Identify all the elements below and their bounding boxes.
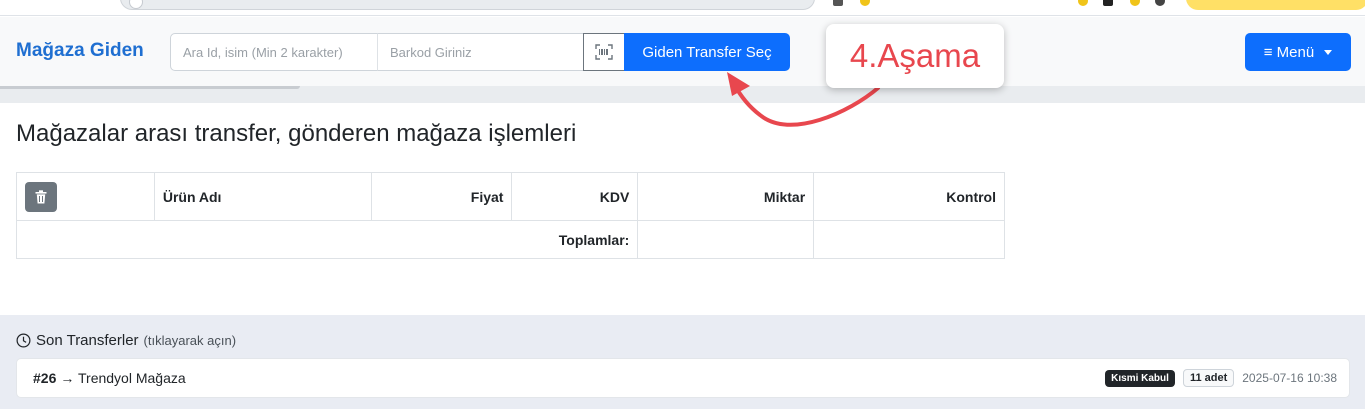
totals-row: Toplamlar: xyxy=(15,220,1005,259)
transfer-items-table: Ürün Adı Fiyat KDV Miktar Kontrol Toplam… xyxy=(15,172,1005,259)
navbar: Mağaza Giden Giden Transfer Seç ≡ Menü xyxy=(0,17,1365,86)
progress-fill xyxy=(0,86,300,89)
extension-icon[interactable] xyxy=(1130,0,1140,6)
header-product-name: Ürün Adı xyxy=(153,172,372,221)
extension-icon[interactable] xyxy=(833,0,843,6)
outgoing-transfer-select-button[interactable]: Giden Transfer Seç xyxy=(624,33,790,71)
menu-button[interactable]: ≡ Menü xyxy=(1245,33,1351,71)
site-info-icon[interactable] xyxy=(129,0,143,9)
extension-icon[interactable] xyxy=(1078,0,1088,6)
totals-quantity xyxy=(637,220,815,259)
recent-transfers-header: Son Transferler (tıklayarak açın) xyxy=(16,332,236,349)
search-input[interactable] xyxy=(170,33,378,71)
barcode-input[interactable] xyxy=(377,33,584,71)
trash-icon xyxy=(35,189,47,203)
caret-down-icon xyxy=(1324,49,1333,55)
profile-icon[interactable] xyxy=(1155,0,1165,6)
header-control: Kontrol xyxy=(813,172,1005,221)
header-actions xyxy=(16,172,155,221)
recent-transfers-hint: (tıklayarak açın) xyxy=(143,333,237,348)
profile-chip[interactable] xyxy=(1186,0,1365,10)
annotation-callout: 4.Aşama xyxy=(826,24,1004,88)
transfer-list-item[interactable]: #26 → Trendyol Mağaza Kısmi Kabul 11 ade… xyxy=(16,358,1350,398)
address-bar[interactable] xyxy=(120,0,815,10)
extension-icon[interactable] xyxy=(860,0,870,6)
recent-transfers-title: Son Transferler xyxy=(36,332,139,349)
brand-title[interactable]: Mağaza Giden xyxy=(16,40,144,62)
clock-icon xyxy=(16,333,31,348)
progress-strip xyxy=(0,86,1365,103)
header-vat: KDV xyxy=(511,172,639,221)
header-quantity: Miktar xyxy=(637,172,815,221)
clear-all-button[interactable] xyxy=(25,181,57,212)
totals-control xyxy=(813,220,1005,259)
extension-icon[interactable] xyxy=(1103,0,1113,6)
totals-label: Toplamlar: xyxy=(15,220,639,259)
table-header-row: Ürün Adı Fiyat KDV Miktar Kontrol xyxy=(16,172,1005,221)
transfer-timestamp: 2025-07-16 10:38 xyxy=(1242,371,1337,385)
recent-transfers-panel: Son Transferler (tıklayarak açın) #26 → … xyxy=(0,315,1365,409)
transfer-id: #26 xyxy=(33,370,57,386)
menu-label: ≡ Menü xyxy=(1263,43,1315,61)
barcode-scan-icon xyxy=(595,44,613,60)
count-badge: 11 adet xyxy=(1182,369,1235,387)
header-price: Fiyat xyxy=(370,172,513,221)
page-title: Mağazalar arası transfer, gönderen mağaz… xyxy=(16,120,577,147)
transfer-target: → Trendyol Mağaza xyxy=(60,370,186,386)
status-badge: Kısmi Kabul xyxy=(1105,369,1175,387)
browser-chrome xyxy=(0,0,1365,16)
barcode-scan-button[interactable] xyxy=(583,33,625,71)
